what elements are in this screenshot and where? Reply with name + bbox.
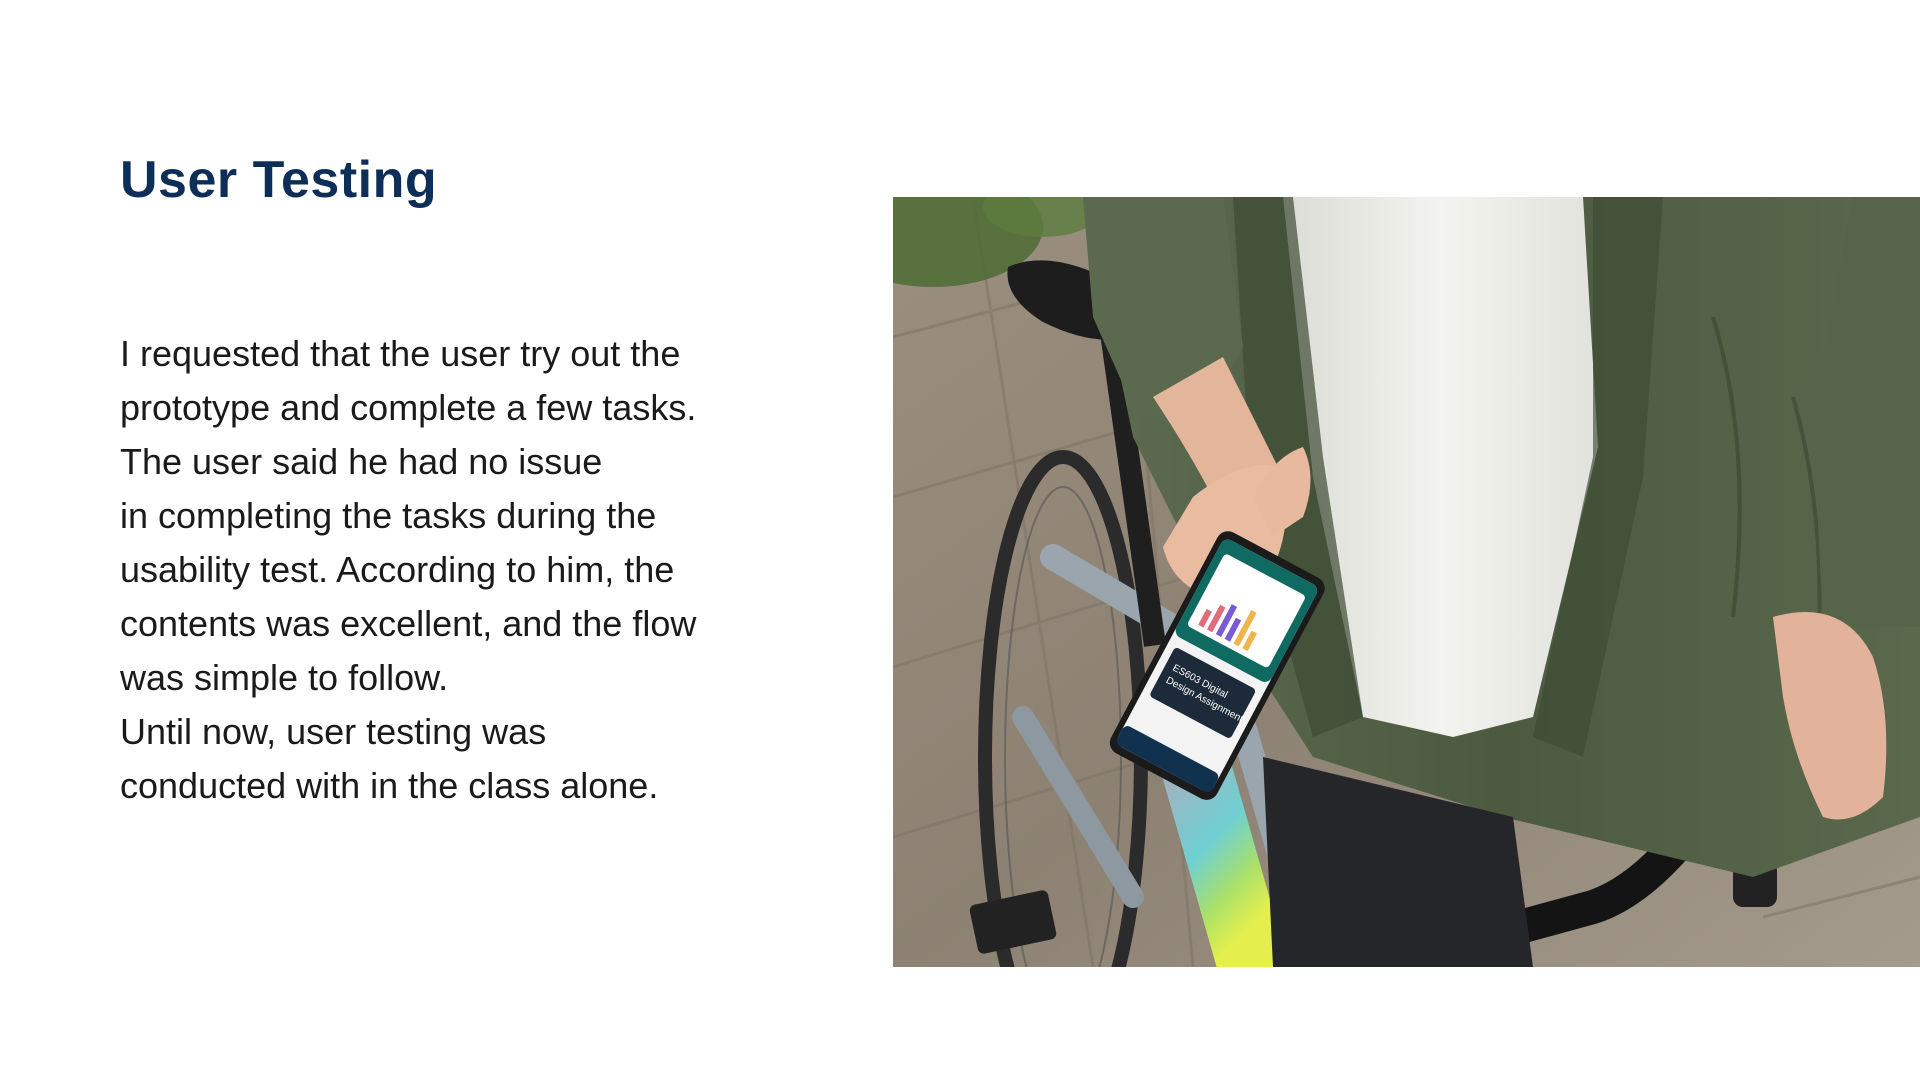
body-line: The user said he had no issue <box>120 441 603 482</box>
body-line: contents was excellent, and the flow <box>120 603 697 644</box>
body-line: conducted with in the class alone. <box>120 765 659 806</box>
body-line: Until now, user testing was <box>120 711 547 752</box>
body-line: usability test. According to him, the <box>120 549 675 590</box>
body-line: was simple to follow. <box>120 657 449 698</box>
body-line: prototype and complete a few tasks. <box>120 387 697 428</box>
body-line: I requested that the user try out the <box>120 333 681 374</box>
slide: User Testing I requested that the user t… <box>0 0 1920 1080</box>
body-line: in completing the tasks during the <box>120 495 657 536</box>
user-testing-photo: ES603 Digital Design Assignment <box>893 197 1920 967</box>
slide-body: I requested that the user try out the pr… <box>120 327 820 813</box>
slide-title: User Testing <box>120 151 438 209</box>
